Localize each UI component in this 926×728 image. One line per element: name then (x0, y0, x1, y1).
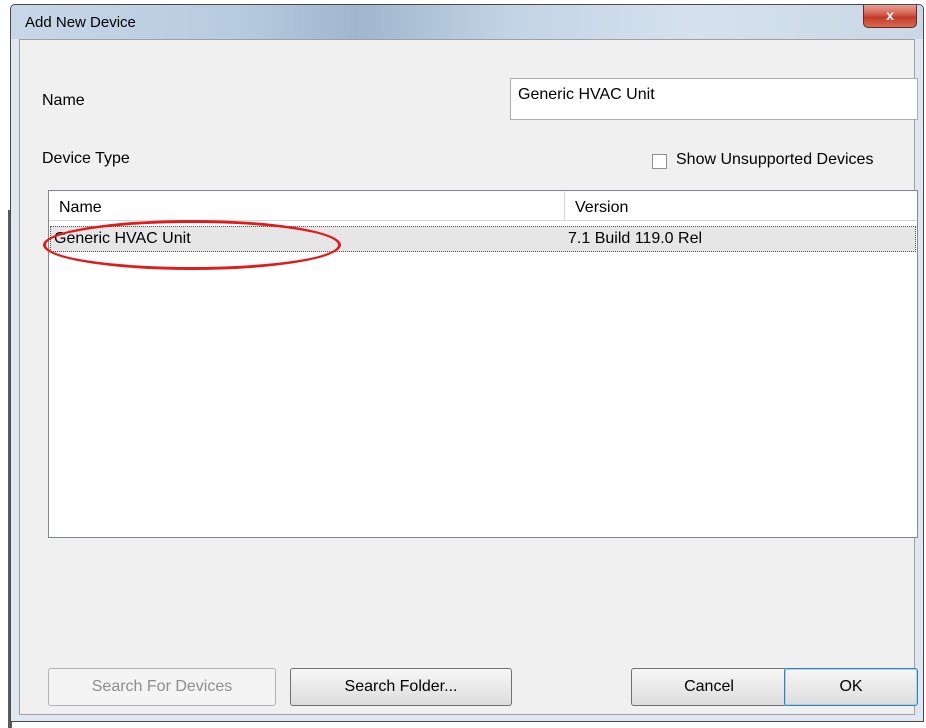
dialog-body: Name Device Type Show Unsupported Device… (19, 39, 918, 715)
device-type-list[interactable]: Name Version Generic HVAC Unit 7.1 Build… (43, 190, 918, 538)
add-new-device-dialog: Add New Device x Name Device Type Show U… (10, 4, 924, 722)
device-type-label: Device Type (42, 150, 130, 167)
cancel-button[interactable]: Cancel (631, 668, 787, 706)
name-label: Name (42, 92, 85, 109)
row-name-cell: Generic HVAC Unit (54, 230, 191, 247)
ok-button[interactable]: OK (784, 668, 918, 706)
title-bar[interactable]: Add New Device x (11, 5, 923, 39)
table-row[interactable]: Generic HVAC Unit 7.1 Build 119.0 Rel (50, 226, 916, 252)
show-unsupported-checkbox[interactable] (652, 154, 667, 169)
close-icon: x (886, 7, 894, 23)
row-version-cell: 7.1 Build 119.0 Rel (568, 230, 703, 247)
close-button[interactable]: x (863, 5, 917, 28)
name-input[interactable] (518, 79, 898, 105)
dialog-title: Add New Device (25, 14, 136, 31)
name-input-box[interactable] (510, 78, 918, 120)
search-folder-button[interactable]: Search Folder... (290, 668, 512, 706)
search-for-devices-button[interactable]: Search For Devices (48, 668, 276, 706)
column-header-name[interactable]: Name (49, 191, 565, 221)
column-header-version[interactable]: Version (565, 191, 917, 221)
show-unsupported-label[interactable]: Show Unsupported Devices (676, 151, 873, 169)
